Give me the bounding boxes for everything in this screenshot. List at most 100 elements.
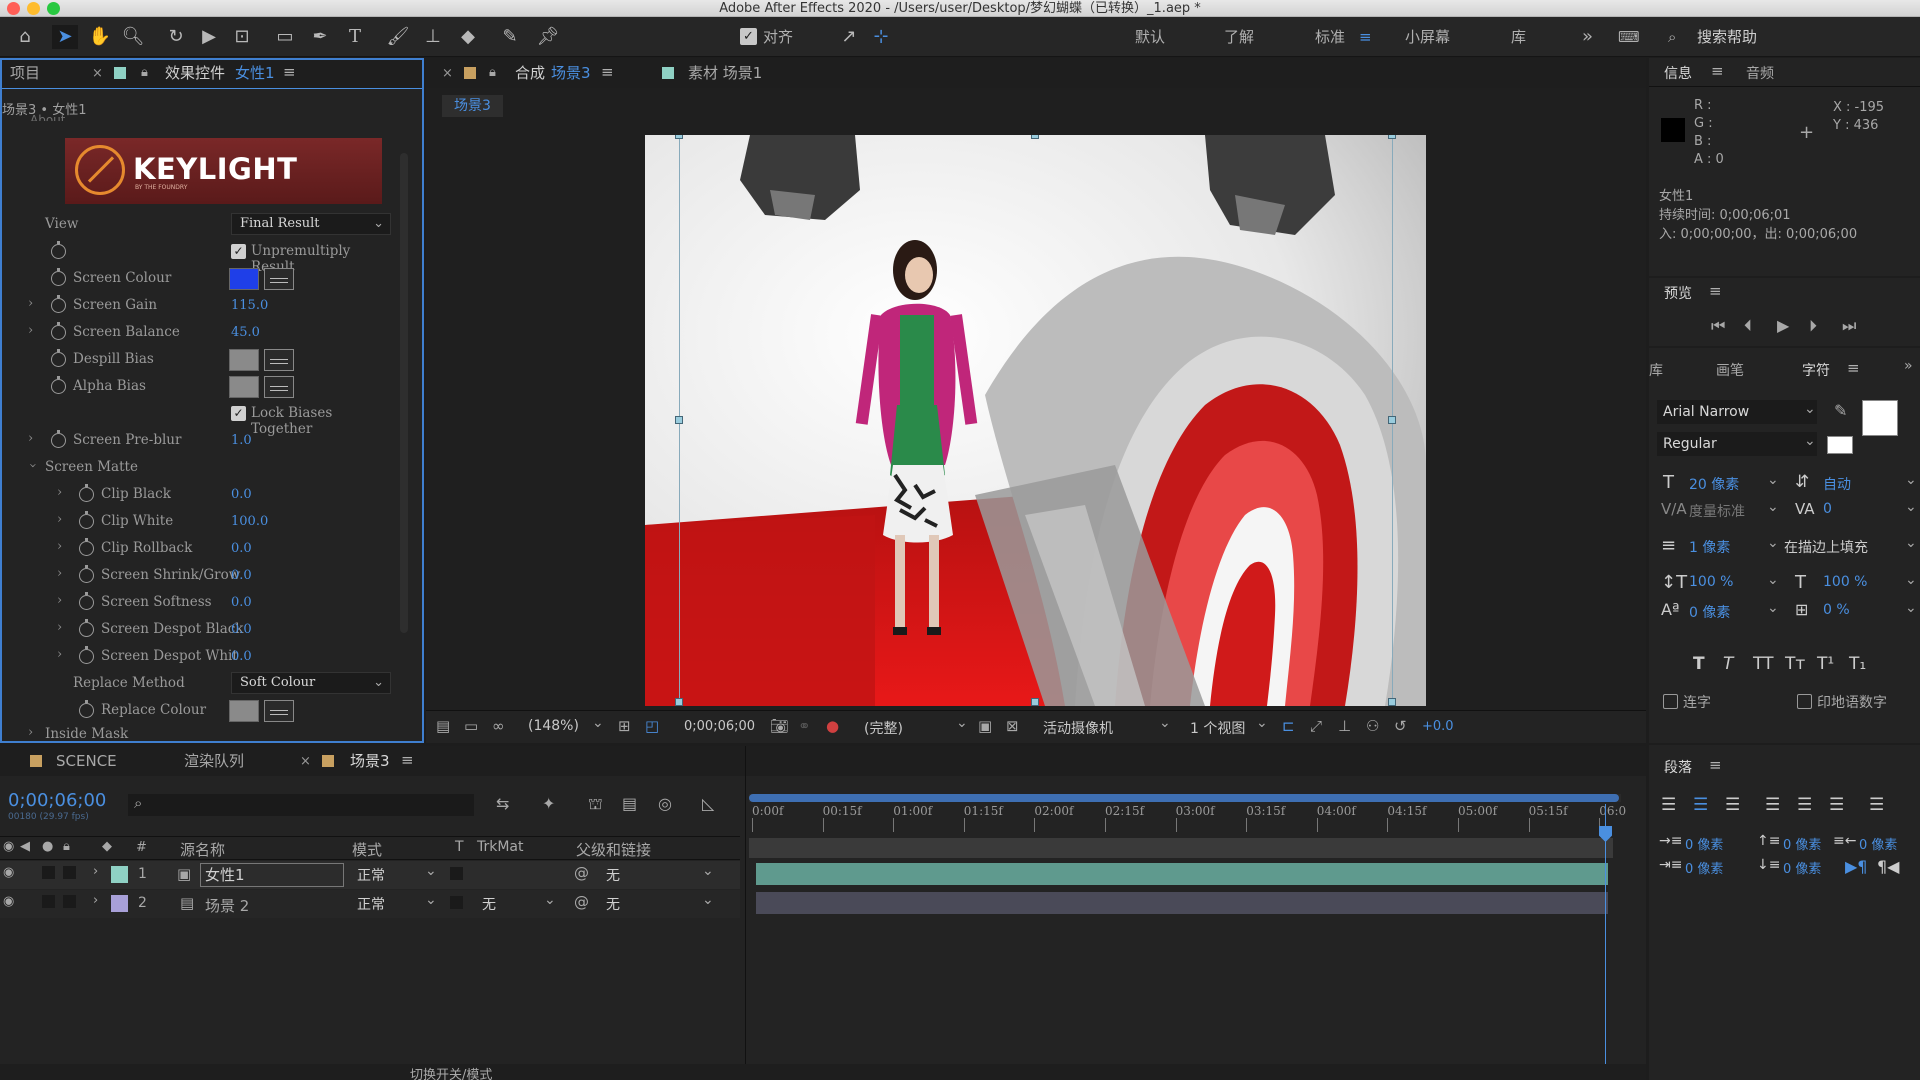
- stroke-color-swatch[interactable]: [1827, 436, 1853, 454]
- stopwatch-icon[interactable]: [51, 268, 66, 286]
- puppet-pin-tool-icon[interactable]: 📌︎: [535, 25, 561, 49]
- hand-tool-icon[interactable]: ✋: [87, 25, 113, 49]
- twirl-right-icon[interactable]: ›: [28, 431, 33, 446]
- justify-center-icon[interactable]: ☰: [1797, 795, 1812, 815]
- stopwatch-icon[interactable]: [51, 430, 66, 448]
- view-dropdown[interactable]: Final Result ⌄: [231, 213, 391, 235]
- panel-menu-icon[interactable]: ≡: [601, 63, 614, 81]
- despot-black-value[interactable]: 0.0: [231, 622, 252, 637]
- baseline-shift-value[interactable]: 0 像素: [1689, 602, 1730, 622]
- align-center-icon[interactable]: ☰: [1693, 795, 1708, 815]
- timeline-icon[interactable]: ⊥: [1338, 717, 1351, 735]
- twirl-down-icon[interactable]: ›: [25, 463, 40, 468]
- panel-toggle-icon[interactable]: ⌨: [1618, 27, 1640, 47]
- timeline-layer-row[interactable]: ◉ › 2 ▤ 场景 2 正常 ⌄ 无 ⌄ @ 无 ⌄: [0, 890, 740, 918]
- scrollbar[interactable]: [400, 153, 408, 633]
- last-frame-icon[interactable]: ⏭: [1842, 316, 1856, 336]
- font-family-dropdown[interactable]: Arial Narrow: [1657, 400, 1817, 424]
- tab-library[interactable]: 库: [1649, 360, 1663, 380]
- roto-brush-tool-icon[interactable]: ✎: [497, 25, 523, 49]
- selection-tool-icon[interactable]: ➤: [52, 25, 78, 49]
- stopwatch-icon[interactable]: [79, 646, 94, 664]
- despill-bias-swatch[interactable]: [229, 349, 259, 371]
- timeline-search-input[interactable]: ⌕: [128, 794, 474, 816]
- transform-handle[interactable]: [675, 135, 683, 139]
- stopwatch-icon[interactable]: [79, 511, 94, 529]
- tab-effect-layer[interactable]: 女性1: [235, 63, 275, 83]
- always-preview-icon[interactable]: ▤: [436, 717, 450, 735]
- layer-mode-dropdown[interactable]: 正常: [357, 865, 385, 885]
- axis-mode-icon[interactable]: ↗: [836, 25, 862, 49]
- stopwatch-icon[interactable]: [79, 700, 94, 718]
- horizontal-scale-value[interactable]: 100 %: [1823, 574, 1867, 590]
- search-help-input[interactable]: 搜索帮助: [1697, 27, 1757, 47]
- superscript-icon[interactable]: T¹: [1817, 654, 1834, 674]
- workspace-menu-icon[interactable]: ≡: [1359, 27, 1372, 47]
- resolution-dropdown[interactable]: (完整): [864, 718, 903, 738]
- pickwhip-icon[interactable]: @: [574, 864, 589, 882]
- next-frame-icon[interactable]: ⏵: [1809, 316, 1817, 336]
- stopwatch-icon[interactable]: [79, 484, 94, 502]
- frame-blending-icon[interactable]: ▤: [622, 794, 637, 813]
- tab-scence[interactable]: SCENCE: [56, 751, 117, 771]
- pickwhip-icon[interactable]: @: [574, 893, 589, 911]
- indent-left-value[interactable]: 0 像素: [1685, 834, 1723, 853]
- vertical-scale-value[interactable]: 100 %: [1689, 574, 1733, 590]
- fast-previews-icon[interactable]: ⤢: [1310, 717, 1322, 735]
- small-caps-icon[interactable]: Tт: [1785, 654, 1805, 674]
- rotate-tool-icon[interactable]: ↻: [163, 25, 189, 49]
- search-icon[interactable]: ⌕: [1668, 27, 1676, 47]
- stopwatch-icon[interactable]: [51, 241, 66, 259]
- current-time-display[interactable]: 0;00;06;00: [684, 719, 755, 734]
- snapshot-icon[interactable]: 📷︎: [770, 717, 789, 735]
- parent-dropdown[interactable]: 无: [606, 894, 620, 914]
- twirl-right-icon[interactable]: ›: [93, 893, 98, 908]
- stopwatch-icon[interactable]: [79, 565, 94, 583]
- camera-dropdown[interactable]: 活动摄像机: [1043, 718, 1113, 738]
- parent-dropdown[interactable]: 无: [606, 865, 620, 885]
- panel-menu-icon[interactable]: ≡: [1711, 62, 1724, 80]
- tab-audio[interactable]: 音频: [1746, 63, 1774, 83]
- reset-exposure-icon[interactable]: ↺: [1394, 717, 1407, 735]
- fit-icon[interactable]: ⊞: [618, 717, 631, 735]
- replace-method-dropdown[interactable]: Soft Colour ⌄: [231, 672, 391, 694]
- twirl-right-icon[interactable]: ›: [28, 323, 33, 338]
- motion-blur-icon[interactable]: ◎: [658, 794, 672, 813]
- play-icon[interactable]: ▶: [1777, 316, 1789, 335]
- unpremultiply-checkbox[interactable]: ✓: [231, 244, 246, 259]
- close-tab-icon[interactable]: ×: [92, 66, 103, 81]
- space-after-value[interactable]: 0 像素: [1783, 858, 1821, 877]
- lock-icon[interactable]: 🔒︎: [489, 63, 496, 83]
- work-area-bar[interactable]: [749, 794, 1621, 802]
- hindi-digits-checkbox[interactable]: [1797, 694, 1812, 709]
- twirl-right-icon[interactable]: ›: [28, 296, 33, 311]
- region-of-interest-icon[interactable]: ▣: [978, 717, 992, 735]
- panel-menu-icon[interactable]: ≡: [1847, 359, 1860, 377]
- space-before-value[interactable]: 0 像素: [1783, 834, 1821, 853]
- align-checkbox[interactable]: ✓: [740, 28, 757, 45]
- comp-mini-flowchart-icon[interactable]: ⇆: [496, 794, 509, 813]
- twirl-right-icon[interactable]: ›: [57, 566, 62, 581]
- stopwatch-icon[interactable]: [79, 619, 94, 637]
- font-style-dropdown[interactable]: Regular: [1657, 432, 1817, 456]
- preserve-transparency-toggle[interactable]: [450, 867, 463, 880]
- workspace-standard[interactable]: 标准: [1315, 27, 1345, 47]
- tab-brush[interactable]: 画笔: [1716, 360, 1744, 380]
- safe-zones-icon[interactable]: ◰: [645, 717, 659, 735]
- solo-toggle[interactable]: [42, 866, 55, 879]
- tab-project[interactable]: 项目: [10, 63, 40, 83]
- time-ruler[interactable]: 0:00f 00:15f 01:00f 01:15f 02:00f 02:15f 03:00…: [752, 804, 1626, 832]
- tab-effect-controls[interactable]: 效果控件: [165, 63, 225, 83]
- lock-icon[interactable]: 🔒︎: [141, 63, 148, 83]
- screen-balance-value[interactable]: 45.0: [231, 325, 260, 340]
- leading-value[interactable]: 自动: [1823, 474, 1851, 494]
- stroke-mode-dropdown[interactable]: 在描边上填充: [1784, 537, 1868, 557]
- draft-3d-icon[interactable]: ✦: [542, 794, 555, 813]
- eye-icon[interactable]: ◉: [3, 865, 14, 880]
- replace-colour-swatch[interactable]: [229, 700, 259, 722]
- camera-tool-icon[interactable]: ▶: [196, 25, 222, 49]
- indent-right-value[interactable]: 0 像素: [1859, 834, 1897, 853]
- kerning-value[interactable]: 度量标准: [1689, 501, 1745, 521]
- twirl-right-icon[interactable]: ›: [57, 647, 62, 662]
- justify-left-icon[interactable]: ☰: [1765, 795, 1780, 815]
